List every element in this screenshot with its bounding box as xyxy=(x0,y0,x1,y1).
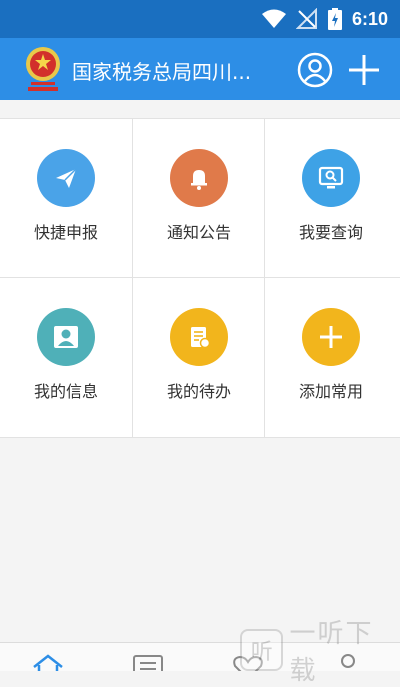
grid-item-quick-declare[interactable]: 快捷申报 xyxy=(0,119,132,278)
grid-item-my-todo[interactable]: 我的待办 xyxy=(133,278,265,437)
app-bar: 国家税务总局四川... xyxy=(0,38,400,100)
plus-icon xyxy=(302,308,360,366)
grid-item-query[interactable]: 我要查询 xyxy=(265,119,397,278)
grid-item-add-frequent[interactable]: 添加常用 xyxy=(265,278,397,437)
list-icon[interactable] xyxy=(131,653,165,671)
add-icon[interactable] xyxy=(346,52,382,88)
watermark-logo: 听 xyxy=(240,629,284,671)
home-icon[interactable] xyxy=(31,653,65,671)
monitor-search-icon xyxy=(302,149,360,207)
user-icon[interactable] xyxy=(297,52,333,88)
grid-item-label: 快捷申报 xyxy=(33,223,98,242)
bell-icon xyxy=(170,149,228,207)
grid-item-label: 我要查询 xyxy=(298,223,363,242)
status-time: 6:10 xyxy=(351,8,388,29)
grid-item-label: 我的待办 xyxy=(166,382,231,401)
grid-item-label: 通知公告 xyxy=(166,223,231,242)
function-grid: 快捷申报 通知公告 我要查询 我的信息 我的待办 添加常用 xyxy=(0,118,400,438)
paper-plane-icon xyxy=(37,149,95,207)
no-signal-icon xyxy=(295,8,317,29)
person-icon xyxy=(37,308,95,366)
battery-charging-icon xyxy=(327,8,342,30)
grid-item-notices[interactable]: 通知公告 xyxy=(133,119,265,278)
watermark: 听 一听下载 xyxy=(240,619,400,686)
grid-item-label: 添加常用 xyxy=(298,382,363,401)
status-bar: 6:10 xyxy=(0,0,400,38)
grid-item-label: 我的信息 xyxy=(33,382,98,401)
page-title: 国家税务总局四川... xyxy=(72,60,252,84)
tax-emblem-icon xyxy=(26,47,60,91)
watermark-text: 一听下载 xyxy=(289,619,374,686)
document-icon xyxy=(170,308,228,366)
wifi-icon xyxy=(261,9,286,28)
grid-item-my-info[interactable]: 我的信息 xyxy=(0,278,132,437)
